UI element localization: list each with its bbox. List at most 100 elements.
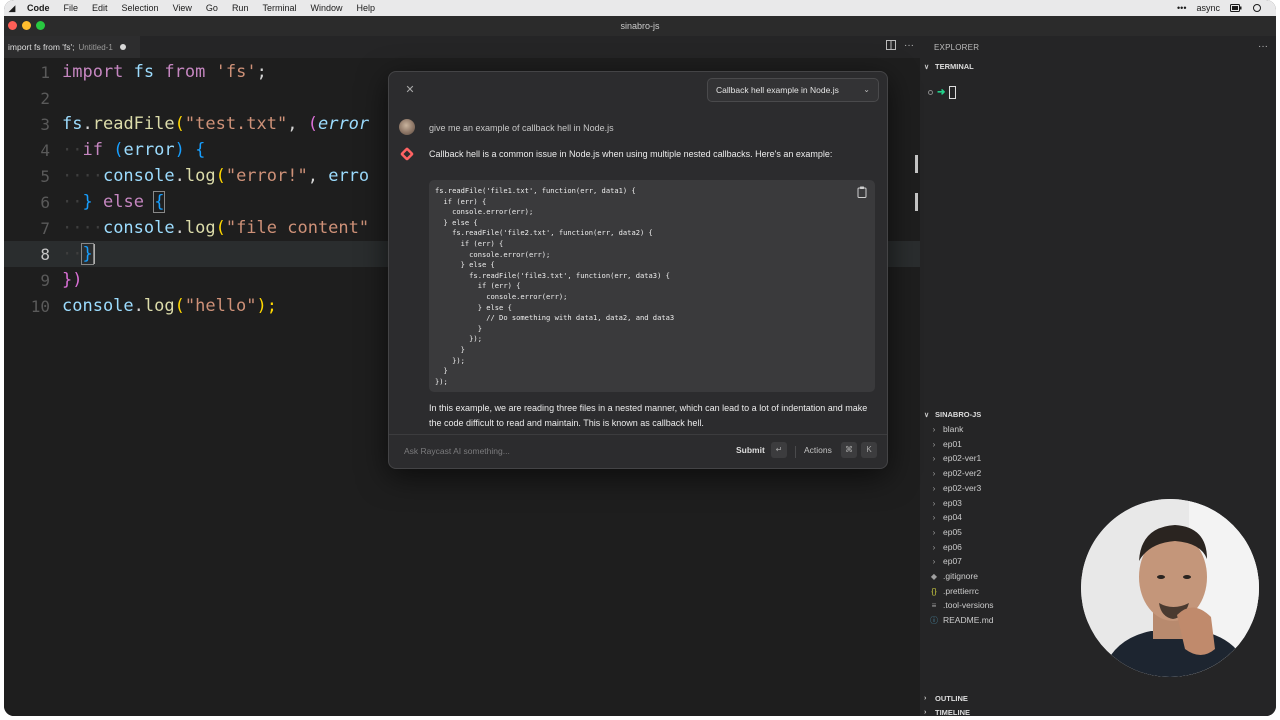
menu-run[interactable]: Run [225, 3, 256, 13]
battery-icon[interactable] [1230, 4, 1242, 12]
info-icon: ⓘ [930, 615, 938, 625]
folder-item[interactable]: › ep05 [928, 525, 962, 539]
minimize-window-icon[interactable] [22, 21, 31, 30]
terminal-prompt[interactable]: ➜ [928, 86, 957, 99]
ask-input[interactable]: Ask Raycast AI something... [404, 446, 510, 456]
window-controls [8, 21, 45, 30]
tab-untitled-1[interactable]: import fs from 'fs'; Untitled-1 [4, 36, 140, 58]
menu-app[interactable]: Code [20, 3, 57, 13]
file-item[interactable]: {} .prettierrc [928, 584, 979, 598]
chat-footer: Ask Raycast AI something... Submit ↵ Act… [389, 434, 887, 468]
file-item[interactable]: ≡ .tool-versions [928, 598, 994, 612]
menubar-async-label[interactable]: async [1196, 3, 1220, 13]
text-cursor [92, 244, 95, 264]
close-icon[interactable]: ✕ [403, 83, 417, 97]
folder-item[interactable]: › ep07 [928, 554, 962, 568]
chevron-right-icon: › [924, 709, 927, 716]
folder-item[interactable]: › ep02-ver1 [928, 451, 982, 465]
menu-terminal[interactable]: Terminal [255, 3, 303, 13]
chevron-right-icon: › [932, 527, 936, 537]
chevron-right-icon: › [932, 512, 936, 522]
gitignore-icon: ◆ [930, 571, 938, 581]
outline-section-header[interactable]: › OUTLINE [924, 694, 968, 703]
chat-selector[interactable]: Callback hell example in Node.js ⌄ [707, 78, 879, 102]
folder-item[interactable]: › ep03 [928, 496, 962, 510]
presenter-webcam [1081, 499, 1259, 677]
line-content: ··} [62, 243, 95, 265]
chevron-right-icon: › [932, 424, 936, 434]
menu-file[interactable]: File [57, 3, 86, 13]
project-section-header[interactable]: ∨ SINABRO-JS [924, 410, 981, 419]
menubar-status: ••• async [1177, 0, 1262, 16]
menu-help[interactable]: Help [349, 3, 382, 13]
line-content: import fs from 'fs'; [62, 62, 267, 82]
line-content: fs.readFile("test.txt", (error [62, 114, 370, 134]
line-content: ····console.log("error!", erro [62, 166, 370, 186]
title-bar: sinabro-js [4, 16, 1276, 36]
more-actions-icon[interactable]: ··· [904, 40, 914, 51]
user-message: give me an example of callback hell in N… [429, 123, 614, 133]
ai-message-outro: In this example, we are reading three fi… [429, 403, 868, 428]
chevron-right-icon: › [932, 468, 936, 478]
window-title: sinabro-js [620, 21, 660, 31]
split-editor-icon[interactable] [886, 40, 896, 50]
unsaved-dot-icon[interactable] [119, 44, 126, 50]
line-number: 6 [40, 192, 50, 212]
menu-window[interactable]: Window [303, 3, 349, 13]
terminal-cursor [949, 86, 957, 99]
scrollbar-marker[interactable] [915, 193, 918, 211]
ai-message-intro: Callback hell is a common issue in Node.… [429, 149, 833, 159]
chevron-right-icon: › [924, 695, 927, 702]
menubar-more-icon[interactable]: ••• [1177, 3, 1186, 13]
menu-view[interactable]: View [166, 3, 199, 13]
copy-icon[interactable] [857, 186, 867, 198]
line-number: 8 [40, 244, 50, 264]
text-lines-icon: ≡ [931, 600, 937, 610]
chevron-down-icon: ∨ [924, 411, 930, 419]
chevron-right-icon: › [932, 439, 936, 449]
line-number: 2 [40, 88, 50, 108]
folder-item[interactable]: › ep02-ver2 [928, 466, 982, 480]
k-key-icon: K [861, 442, 877, 458]
zoom-window-icon[interactable] [36, 21, 45, 30]
chat-title: Callback hell example in Node.js [716, 85, 839, 95]
line-number: 7 [40, 218, 50, 238]
folder-item[interactable]: › ep02-ver3 [928, 481, 982, 495]
tab-actions: ··· [886, 40, 914, 51]
chevron-right-icon: › [932, 542, 936, 552]
line-content: ··} else { [62, 191, 166, 213]
presenter-image [1081, 499, 1259, 677]
chevron-right-icon: › [932, 453, 936, 463]
folder-item[interactable]: › ep04 [928, 510, 962, 524]
folder-item[interactable]: › ep01 [928, 437, 962, 451]
command-key-icon: ⌘ [841, 442, 857, 458]
folder-item[interactable]: › ep06 [928, 540, 962, 554]
tab-filename: Untitled-1 [78, 42, 113, 52]
line-number: 3 [40, 114, 50, 134]
menu-go[interactable]: Go [199, 3, 225, 13]
app-window: ◢ Code File Edit Selection View Go Run T… [4, 0, 1276, 716]
file-item[interactable]: ⓘ README.md [928, 613, 994, 627]
line-number: 4 [40, 140, 50, 160]
chevron-down-icon: ⌄ [863, 85, 870, 94]
apple-icon[interactable]: ◢ [4, 3, 20, 14]
chevron-right-icon: › [932, 498, 936, 508]
enter-key-icon: ↵ [771, 442, 787, 458]
folder-item[interactable]: › blank [928, 422, 964, 436]
menu-edit[interactable]: Edit [85, 3, 115, 13]
submit-button[interactable]: Submit [736, 445, 765, 455]
line-number: 9 [40, 270, 50, 290]
scrollbar-marker[interactable] [915, 155, 918, 173]
file-item[interactable]: ◆ .gitignore [928, 569, 978, 583]
menubar: ◢ Code File Edit Selection View Go Run T… [4, 0, 1276, 16]
explorer-more-icon[interactable]: ··· [1258, 41, 1268, 52]
json-braces-icon: {} [931, 586, 937, 596]
control-center-icon[interactable] [1252, 3, 1262, 13]
chevron-down-icon: ∨ [924, 63, 930, 71]
prompt-status-icon [928, 90, 933, 95]
terminal-section-header[interactable]: ∨ TERMINAL [924, 62, 974, 71]
menu-selection[interactable]: Selection [115, 3, 166, 13]
timeline-section-header[interactable]: › TIMELINE [924, 708, 970, 716]
actions-button[interactable]: Actions [804, 445, 832, 455]
close-window-icon[interactable] [8, 21, 17, 30]
